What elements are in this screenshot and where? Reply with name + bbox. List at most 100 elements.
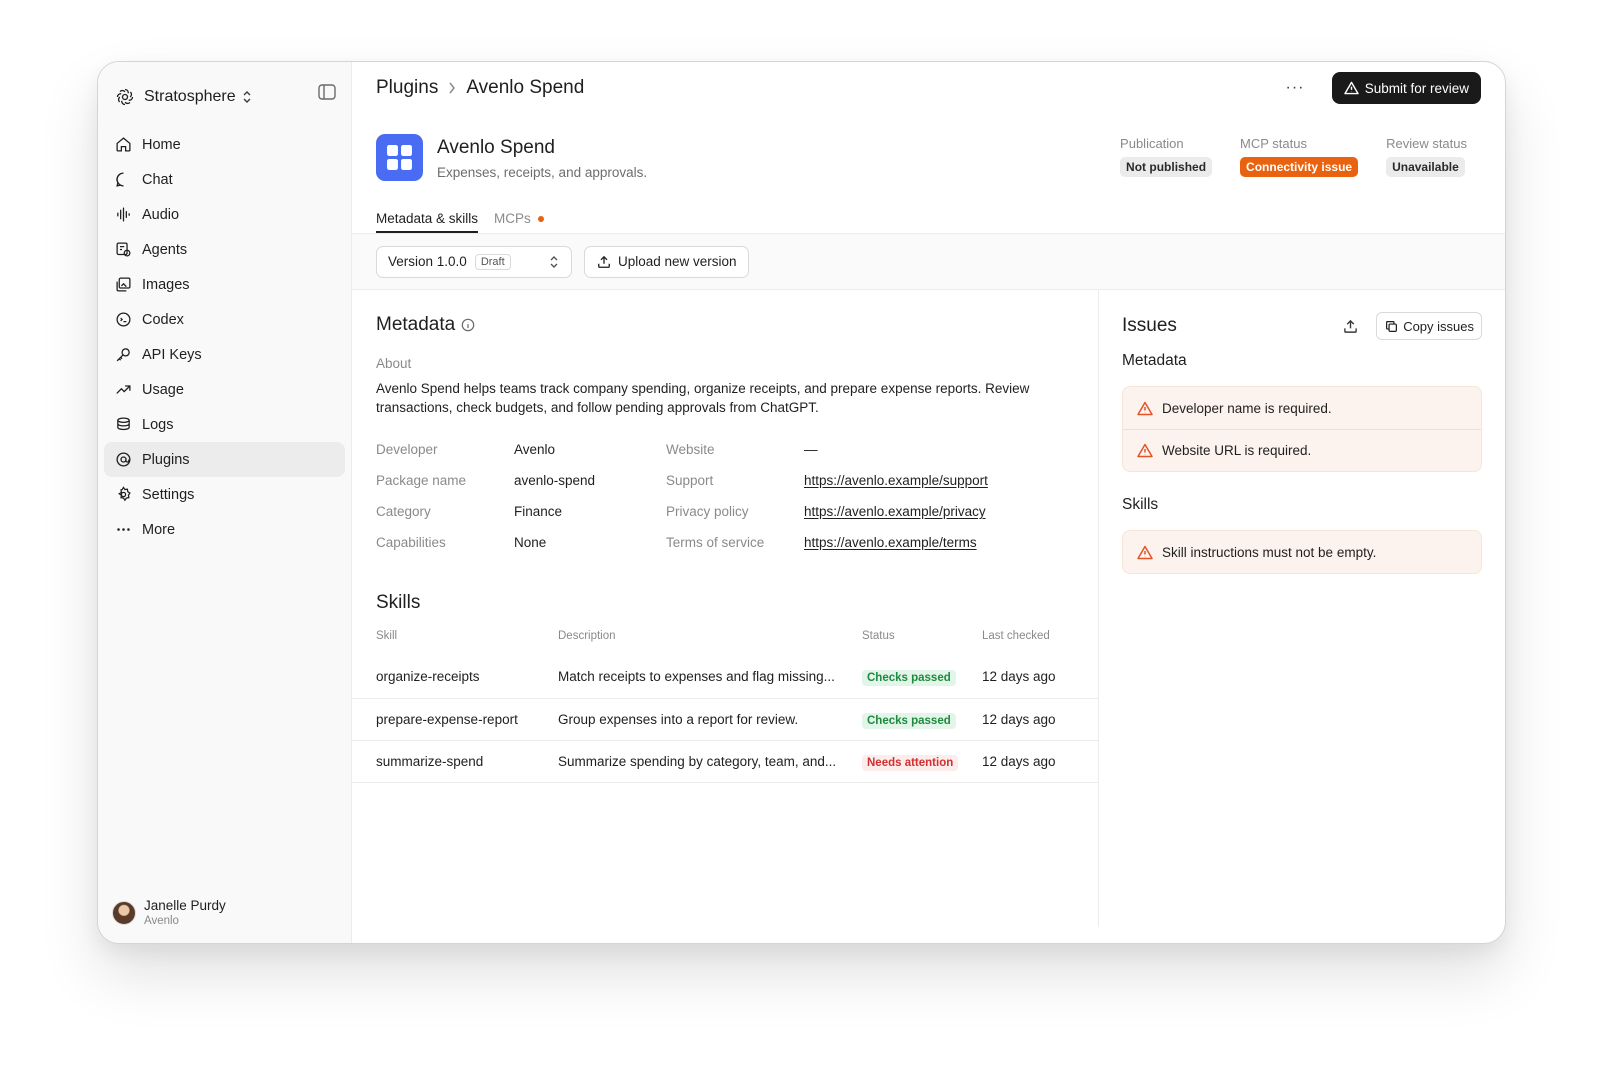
capabilities-label: Capabilities <box>376 535 446 550</box>
sidebar-item-label: More <box>142 521 176 538</box>
sidebar-nav: Home Chat Audio Agents Images Codex API … <box>104 127 345 547</box>
warning-icon <box>1137 401 1153 416</box>
issue-item[interactable]: Website URL is required. <box>1123 429 1481 471</box>
about-label: About <box>376 356 412 371</box>
skill-name: organize-receipts <box>352 656 558 699</box>
issues-header: Issues Copy issues <box>1122 312 1482 340</box>
about-text: Avenlo Spend helps teams track company s… <box>376 381 1030 415</box>
sidebar-item-agents[interactable]: Agents <box>104 232 345 267</box>
terms-link[interactable]: https://avenlo.example/terms <box>804 534 1098 552</box>
status-badge: Unavailable <box>1386 157 1465 177</box>
export-icon[interactable] <box>1340 316 1360 336</box>
upload-icon <box>597 255 611 269</box>
sidebar-item-plugins[interactable]: Plugins <box>104 442 345 477</box>
sidebar-toggle-icon[interactable] <box>317 82 337 102</box>
skill-description: Summarize spending by category, team, an… <box>558 740 862 783</box>
mcp-status: MCP status Connectivity issue <box>1240 136 1359 177</box>
sidebar-item-label: Plugins <box>142 451 190 468</box>
developer-value: Avenlo <box>514 442 556 457</box>
skills-table: Skill Description Status Last checked or… <box>352 630 1098 783</box>
sidebar-item-label: Usage <box>142 381 184 398</box>
breadcrumb-current: Avenlo Spend <box>466 77 585 98</box>
sidebar-item-audio[interactable]: Audio <box>104 197 345 232</box>
avatar <box>112 900 136 925</box>
issue-item[interactable]: Skill instructions must not be empty. <box>1123 531 1481 573</box>
skill-description: Match receipts to expenses and flag miss… <box>558 656 862 699</box>
version-select[interactable]: Version 1.0.0 Draft <box>376 245 572 278</box>
sidebar-item-logs[interactable]: Logs <box>104 407 345 442</box>
table-row[interactable]: organize-receipts Match receipts to expe… <box>352 656 1098 699</box>
sidebar-item-codex[interactable]: Codex <box>104 302 345 337</box>
metadata-heading: Metadata <box>376 314 1098 336</box>
privacy-label: Privacy policy <box>666 504 749 519</box>
sidebar-item-label: API Keys <box>142 346 202 363</box>
sidebar-item-more[interactable]: More <box>104 512 345 547</box>
category-value: Finance <box>514 504 563 519</box>
topbar: Plugins Avenlo Spend ··· Submit for revi… <box>352 62 1505 114</box>
sidebar: Stratosphere Home Chat Audio Agents Imag… <box>98 62 352 943</box>
review-status: Review status Unavailable <box>1386 136 1467 177</box>
issue-text: Skill instructions must not be empty. <box>1162 544 1377 560</box>
images-icon <box>114 276 132 294</box>
support-label: Support <box>666 473 714 488</box>
issues-panel: Issues Copy issues Metadata Developer na… <box>1099 290 1505 927</box>
privacy-link[interactable]: https://avenlo.example/privacy <box>804 503 1098 521</box>
skill-description: Group expenses into a report for review. <box>558 698 862 741</box>
key-icon <box>114 346 132 364</box>
sidebar-item-label: Logs <box>142 416 174 433</box>
sidebar-item-home[interactable]: Home <box>104 127 345 162</box>
user-menu[interactable]: Janelle Purdy Avenlo <box>112 898 226 927</box>
sidebar-item-label: Settings <box>142 486 195 503</box>
alert-dot-icon <box>537 215 544 222</box>
issue-item[interactable]: Developer name is required. <box>1123 387 1481 429</box>
agents-icon <box>114 241 132 259</box>
tab-mcps[interactable]: MCPs <box>494 211 544 233</box>
tab-metadata-skills[interactable]: Metadata & skills <box>376 211 479 233</box>
copy-issues-button[interactable]: Copy issues <box>1376 312 1482 340</box>
more-options-button[interactable]: ··· <box>1285 78 1305 98</box>
status-summary: Publication Not published MCP status Con… <box>1120 136 1467 177</box>
publication-status: Publication Not published <box>1120 136 1213 177</box>
user-org: Avenlo <box>144 915 179 927</box>
content-area: Metadata About Avenlo Spend helps teams … <box>352 290 1505 927</box>
sidebar-item-label: Chat <box>142 171 173 188</box>
codex-icon <box>114 311 132 329</box>
table-row[interactable]: prepare-expense-report Group expenses in… <box>352 698 1098 741</box>
copy-issues-label: Copy issues <box>1403 318 1474 334</box>
table-row[interactable]: summarize-spend Summarize spending by ca… <box>352 740 1098 783</box>
workspace-switcher[interactable]: Stratosphere <box>104 69 345 125</box>
column-header-skill: Skill <box>376 630 398 642</box>
submit-for-review-button[interactable]: Submit for review <box>1331 72 1481 104</box>
upload-new-version-button[interactable]: Upload new version <box>584 245 749 278</box>
info-icon[interactable] <box>461 318 475 332</box>
plugin-logo-icon <box>376 134 423 181</box>
publication-label: Publication <box>1120 136 1184 151</box>
breadcrumb-parent[interactable]: Plugins <box>376 77 438 99</box>
terms-label: Terms of service <box>666 535 765 550</box>
audio-icon <box>114 206 132 224</box>
support-link[interactable]: https://avenlo.example/support <box>804 472 1098 490</box>
website-label: Website <box>666 442 715 457</box>
column-header-last-checked: Last checked <box>982 630 1050 642</box>
main-panel: Plugins Avenlo Spend ··· Submit for revi… <box>352 62 1505 943</box>
more-icon <box>114 521 132 539</box>
metadata-title: Metadata <box>376 314 456 335</box>
package-label: Package name <box>376 473 467 488</box>
last-checked: 12 days ago <box>982 698 1098 741</box>
chevron-updown-icon <box>242 90 252 104</box>
sidebar-item-label: Images <box>142 276 190 293</box>
status-badge: Checks passed <box>862 712 956 729</box>
skill-name: prepare-expense-report <box>352 698 558 741</box>
sidebar-item-settings[interactable]: Settings <box>104 477 345 512</box>
tab-bar: Metadata & skills MCPs <box>352 206 1505 234</box>
sidebar-item-chat[interactable]: Chat <box>104 162 345 197</box>
version-label: Version 1.0.0 <box>388 254 467 269</box>
status-badge: Not published <box>1120 157 1213 177</box>
review-status-label: Review status <box>1386 136 1467 151</box>
usage-icon <box>114 381 132 399</box>
skill-name: summarize-spend <box>352 740 558 783</box>
sidebar-item-usage[interactable]: Usage <box>104 372 345 407</box>
version-bar: Version 1.0.0 Draft Upload new version <box>352 234 1505 290</box>
sidebar-item-api-keys[interactable]: API Keys <box>104 337 345 372</box>
sidebar-item-images[interactable]: Images <box>104 267 345 302</box>
